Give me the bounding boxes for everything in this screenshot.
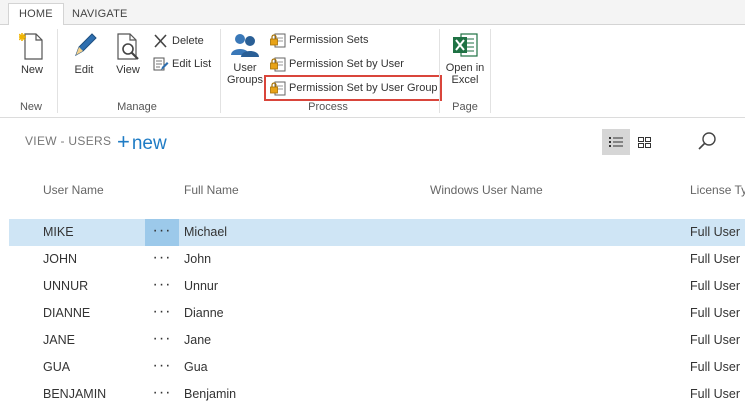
view-button[interactable]: View <box>112 31 144 76</box>
open-in-excel-label-line1: Open in <box>445 62 485 74</box>
cell-license-type: Full User <box>690 387 741 401</box>
group-separator <box>220 29 221 113</box>
edit-button-label: Edit <box>74 64 94 76</box>
cell-user-name: BENJAMIN <box>43 387 107 401</box>
permission-set-by-user-label: Permission Set by User <box>289 58 404 70</box>
table-row[interactable]: JOHN ··· John Full User <box>9 246 745 273</box>
column-header-windows-user-name[interactable]: Windows User Name <box>430 183 543 197</box>
list-view-button[interactable] <box>602 129 630 155</box>
open-in-excel-label-line2: Excel <box>451 74 479 86</box>
tile-view-icon <box>638 137 651 148</box>
edit-list-icon <box>153 57 169 71</box>
row-actions-button[interactable]: ··· <box>145 354 179 381</box>
permission-sets-label: Permission Sets <box>289 34 369 46</box>
edit-button[interactable]: Edit <box>69 31 99 76</box>
cell-user-name: JANE <box>43 333 75 347</box>
excel-icon <box>453 33 478 57</box>
page-title: VIEW - USERS <box>25 134 112 148</box>
plus-icon: + <box>117 129 130 154</box>
open-in-excel-button[interactable]: Open in Excel <box>444 31 486 86</box>
ribbon: New New Edit View Delete Edit List Manag… <box>0 25 745 118</box>
cell-user-name: DIANNE <box>43 306 91 320</box>
cell-full-name: Michael <box>184 225 228 239</box>
table-row[interactable]: BENJAMIN ··· Benjamin Full User <box>9 381 745 408</box>
cell-license-type: Full User <box>690 333 741 347</box>
group-separator <box>490 29 491 113</box>
row-actions-button[interactable]: ··· <box>145 381 179 408</box>
tile-view-button[interactable] <box>632 129 658 155</box>
cell-license-type: Full User <box>690 306 741 320</box>
view-button-label: View <box>116 64 140 76</box>
user-groups-button[interactable]: User Groups <box>225 31 265 86</box>
cell-user-name: GUA <box>43 360 71 374</box>
search-button[interactable] <box>694 129 720 155</box>
ribbon-tabstrip: HOME NAVIGATE <box>0 0 745 26</box>
column-header-user-name[interactable]: User Name <box>43 183 104 197</box>
table-row[interactable]: JANE ··· Jane Full User <box>9 327 745 354</box>
table-row[interactable]: MIKE ··· Michael Full User <box>9 219 745 246</box>
tab-home[interactable]: HOME <box>8 3 64 26</box>
search-icon <box>698 132 716 150</box>
cell-user-name: UNNUR <box>43 279 89 293</box>
user-groups-label-line1: User <box>233 62 257 74</box>
new-document-icon <box>19 33 43 60</box>
highlight-box <box>264 75 442 101</box>
new-record-link[interactable]: + new <box>117 129 167 155</box>
group-label-process: Process <box>308 101 348 113</box>
cell-full-name: Unnur <box>184 279 219 293</box>
delete-button-label: Delete <box>172 35 204 47</box>
pencil-icon <box>75 33 97 57</box>
table-row[interactable]: DIANNE ··· Dianne Full User <box>9 300 745 327</box>
cell-full-name: Dianne <box>184 306 224 320</box>
column-header-license-type[interactable]: License Typ <box>690 183 745 197</box>
cell-full-name: Jane <box>184 333 212 347</box>
users-icon <box>231 34 259 57</box>
group-separator <box>439 29 440 113</box>
cell-user-name: JOHN <box>43 252 78 266</box>
cell-full-name: John <box>184 252 212 266</box>
cell-full-name: Benjamin <box>184 387 237 401</box>
row-actions-button[interactable]: ··· <box>145 273 179 300</box>
tab-navigate[interactable]: NAVIGATE <box>62 4 138 25</box>
cell-license-type: Full User <box>690 360 741 374</box>
list-view-icon <box>609 137 623 147</box>
cell-full-name: Gua <box>184 360 208 374</box>
cell-user-name: MIKE <box>43 225 74 239</box>
cell-license-type: Full User <box>690 279 741 293</box>
group-label-new: New <box>19 101 42 113</box>
table-row[interactable]: UNNUR ··· Unnur Full User <box>9 273 745 300</box>
cell-license-type: Full User <box>690 252 741 266</box>
row-actions-button[interactable]: ··· <box>145 219 179 246</box>
table-row[interactable]: GUA ··· Gua Full User <box>9 354 745 381</box>
column-header-full-name[interactable]: Full Name <box>184 183 239 197</box>
lock-document-icon <box>270 33 286 48</box>
row-actions-button[interactable]: ··· <box>145 300 179 327</box>
group-label-manage: Manage <box>117 101 157 113</box>
group-separator <box>57 29 58 113</box>
lock-document-icon <box>270 57 286 72</box>
magnifier-document-icon <box>117 33 139 60</box>
row-actions-button[interactable]: ··· <box>145 327 179 354</box>
x-icon <box>154 34 167 48</box>
new-button-label: New <box>20 64 43 76</box>
new-button[interactable]: New <box>17 31 47 76</box>
group-label-page: Page <box>452 101 478 113</box>
cell-license-type: Full User <box>690 225 741 239</box>
user-groups-label-line2: Groups <box>226 74 264 86</box>
new-record-label: new <box>131 133 167 154</box>
edit-list-button-label: Edit List <box>172 58 212 70</box>
row-actions-button[interactable]: ··· <box>145 246 179 273</box>
